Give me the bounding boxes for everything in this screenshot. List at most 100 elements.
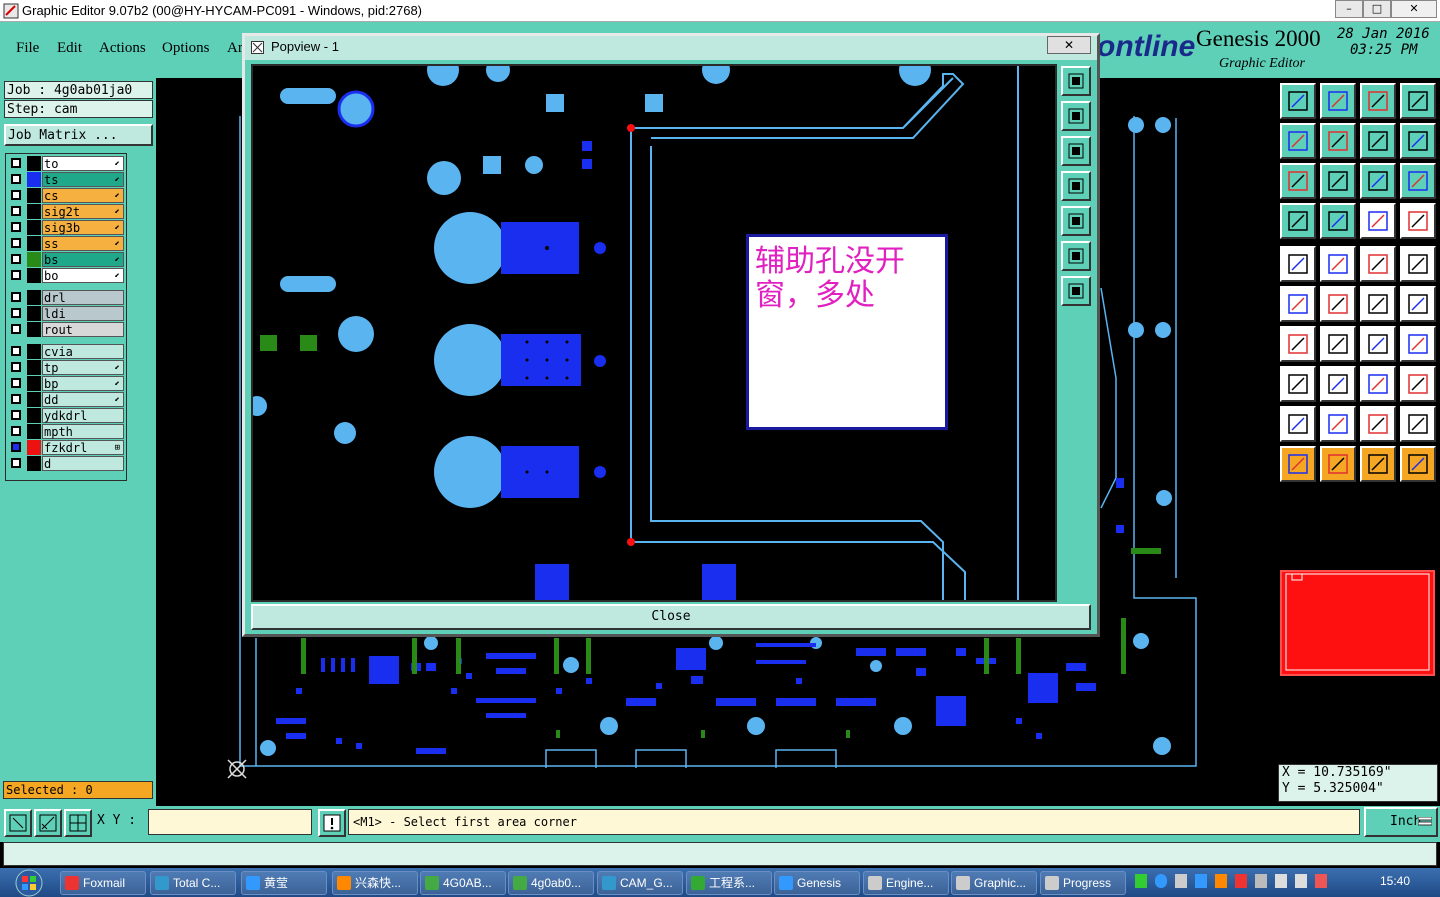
layer-name[interactable]: d xyxy=(42,456,124,471)
layer-row-rout[interactable]: rout xyxy=(7,322,127,337)
connect-button[interactable] xyxy=(1360,286,1396,322)
taskbar-task[interactable]: 黄莹 xyxy=(241,871,327,895)
layer-row-cs[interactable]: cs ⬋ xyxy=(7,188,127,203)
layer-checkbox[interactable] xyxy=(11,458,21,468)
zoom-area-button[interactable] xyxy=(4,809,32,837)
xy-input[interactable] xyxy=(148,809,312,835)
layer-checkbox[interactable] xyxy=(11,292,21,302)
fit-button[interactable] xyxy=(1280,163,1316,199)
taskbar-task[interactable]: Engine... xyxy=(863,871,949,895)
popview-pan-right-button[interactable] xyxy=(1061,206,1091,236)
pan-right-button[interactable] xyxy=(1320,123,1356,159)
layer-name[interactable]: fzkdrl ⊞ xyxy=(42,440,124,455)
layer-name[interactable]: bp ⬋ xyxy=(42,376,124,391)
layer-name[interactable]: sig3b ⬋ xyxy=(42,220,124,235)
alert-button[interactable] xyxy=(318,809,346,837)
tray-app2-icon[interactable] xyxy=(1215,874,1227,888)
layer-row-mpth[interactable]: mpth xyxy=(7,424,127,439)
line-tool-button[interactable] xyxy=(1320,203,1356,239)
layer-checkbox[interactable] xyxy=(11,410,21,420)
ruler-button[interactable] xyxy=(1360,246,1396,282)
board-overview-map[interactable] xyxy=(1280,570,1435,676)
layer-row-fzkdrl[interactable]: fzkdrl ⊞ xyxy=(7,440,127,455)
layer-row-ss[interactable]: ss ⬋ xyxy=(7,236,127,251)
measure-box-button[interactable] xyxy=(1360,366,1396,402)
layer-checkbox[interactable] xyxy=(11,238,21,248)
menu-more[interactable]: Ar xyxy=(227,40,243,57)
popview-canvas[interactable]: 辅助孔没开窗，多处 xyxy=(251,64,1057,602)
popview-fit-button[interactable] xyxy=(1061,241,1091,271)
layer-checkbox[interactable] xyxy=(11,206,21,216)
layer-name[interactable]: ts ⬋ xyxy=(42,172,124,187)
layer-color-swatch[interactable] xyxy=(27,392,41,407)
taskbar-task[interactable]: Graphic... xyxy=(951,871,1037,895)
layer-row-bo[interactable]: bo ⬋ xyxy=(7,268,127,283)
layer-name[interactable]: drl xyxy=(42,290,124,305)
layer-row-ydkdrl[interactable]: ydkdrl xyxy=(7,408,127,423)
help-button[interactable] xyxy=(1400,163,1436,199)
layer-checkbox[interactable] xyxy=(11,190,21,200)
popview-pan-up-button[interactable] xyxy=(1061,101,1091,131)
scale-1-2-button[interactable] xyxy=(1360,163,1396,199)
cross-button[interactable] xyxy=(1320,286,1356,322)
layer-checkbox[interactable] xyxy=(11,394,21,404)
taskbar-task[interactable]: Foxmail xyxy=(60,871,146,895)
swap-button[interactable] xyxy=(1400,123,1436,159)
layer-color-swatch[interactable] xyxy=(27,344,41,359)
layer-row-cvia[interactable]: cvia xyxy=(7,344,127,359)
color-line-button[interactable] xyxy=(1320,246,1356,282)
layer-color-swatch[interactable] xyxy=(27,456,41,471)
layer-color-swatch[interactable] xyxy=(27,440,41,455)
tray-app4-icon[interactable] xyxy=(1255,874,1267,888)
layer-color-swatch[interactable] xyxy=(27,188,41,203)
layer-color-swatch[interactable] xyxy=(27,376,41,391)
taskbar-task[interactable]: 兴森快... xyxy=(332,871,418,895)
layer-row-drl[interactable]: drl xyxy=(7,290,127,305)
layer-name[interactable]: rout xyxy=(42,322,124,337)
layer-color-swatch[interactable] xyxy=(27,220,41,235)
layer-name[interactable]: cvia xyxy=(42,344,124,359)
start-button[interactable] xyxy=(2,868,56,897)
mirror-button[interactable] xyxy=(1360,123,1396,159)
popview-pan-down-button[interactable] xyxy=(1061,136,1091,166)
layer-name[interactable]: to ⬋ xyxy=(42,156,124,171)
taskbar-task[interactable]: 4g0ab0... xyxy=(508,871,594,895)
cursor-circle-button[interactable] xyxy=(1360,446,1396,482)
snap-button[interactable] xyxy=(64,809,92,837)
layer-row-dd[interactable]: dd ⬋ xyxy=(7,392,127,407)
tray-arrow-icon[interactable] xyxy=(1175,874,1187,888)
layer-checkbox[interactable] xyxy=(11,254,21,264)
cursor-box-button[interactable] xyxy=(1320,446,1356,482)
layer-row-ts[interactable]: ts ⬋ xyxy=(7,172,127,187)
grid-red-button[interactable] xyxy=(1360,203,1396,239)
layer-color-swatch[interactable] xyxy=(27,322,41,337)
unit-selector[interactable]: Inch xyxy=(1364,807,1438,837)
layer-checkbox[interactable] xyxy=(11,308,21,318)
minus-button[interactable] xyxy=(1320,366,1356,402)
taskbar-task[interactable]: CAM_G... xyxy=(597,871,683,895)
center-button[interactable] xyxy=(1320,163,1356,199)
home-button[interactable] xyxy=(1360,83,1396,119)
cursor-button[interactable] xyxy=(1280,446,1316,482)
layer-name[interactable]: ss ⬋ xyxy=(42,236,124,251)
slash-button[interactable] xyxy=(1320,326,1356,362)
taskbar-task[interactable]: Progress xyxy=(1040,871,1126,895)
layer-checkbox[interactable] xyxy=(11,442,21,452)
taskbar-task[interactable]: 工程系... xyxy=(686,871,772,895)
taskbar-clock[interactable]: 15:40 xyxy=(1380,874,1410,888)
link-button[interactable] xyxy=(1400,286,1436,322)
tray-app-icon[interactable] xyxy=(1135,874,1147,888)
popview-close-x[interactable]: ✕ xyxy=(1047,36,1091,54)
layer-color-swatch[interactable] xyxy=(27,306,41,321)
layer-row-sig3b[interactable]: sig3b ⬋ xyxy=(7,220,127,235)
layer-row-tp[interactable]: tp ⬋ xyxy=(7,360,127,375)
layer-row-bs[interactable]: bs ⬋ xyxy=(7,252,127,267)
tray-app5-icon[interactable] xyxy=(1275,874,1287,888)
layer-name[interactable]: ydkdrl xyxy=(42,408,124,423)
layer-color-swatch[interactable] xyxy=(27,204,41,219)
layer-row-to[interactable]: to ⬋ xyxy=(7,156,127,171)
taskbar-task[interactable]: Total C... xyxy=(150,871,236,895)
split-view-button[interactable] xyxy=(1400,83,1436,119)
layer-checkbox[interactable] xyxy=(11,174,21,184)
popview-center-button[interactable] xyxy=(1061,276,1091,306)
